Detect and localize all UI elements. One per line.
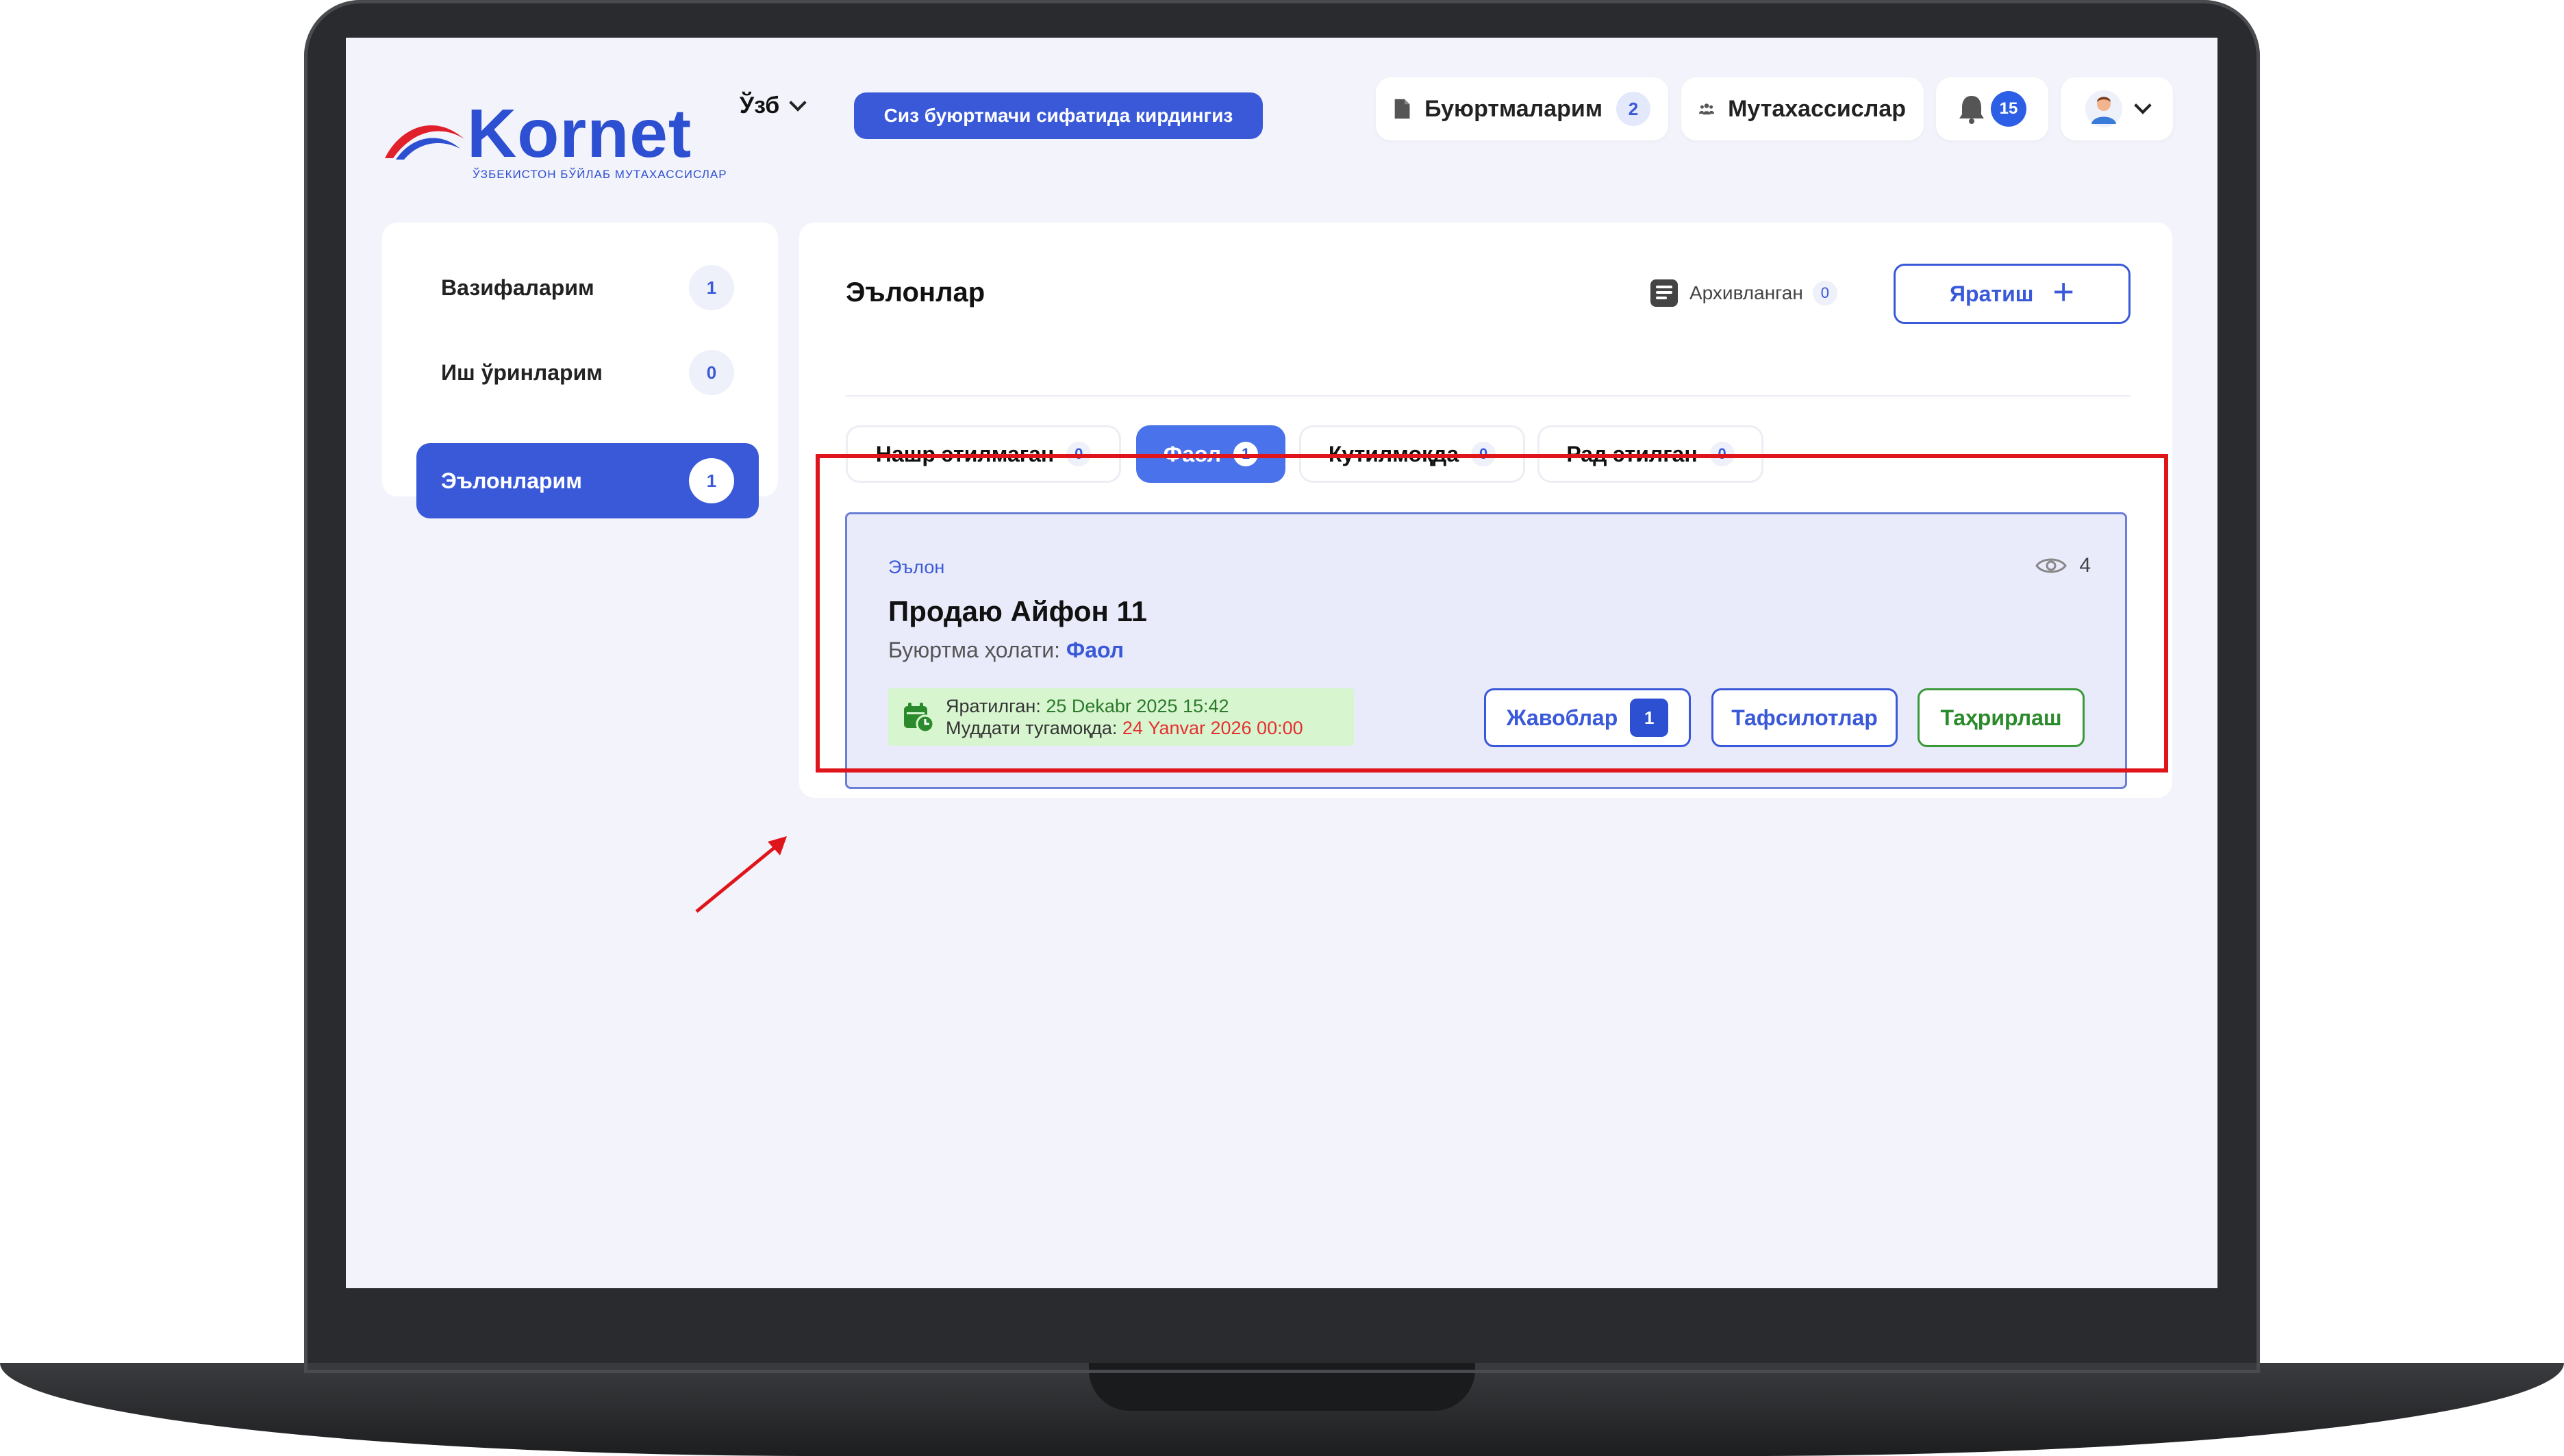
specialists-button[interactable]: Мутахассислар (1681, 77, 1924, 140)
highlight-box (816, 454, 2168, 773)
arrow-icon (695, 836, 787, 913)
sidebar-item-jobs[interactable]: Иш ўринларим 0 (416, 335, 759, 410)
top-header: Kornet ЎЗБЕКИСТОН БЎЙЛАБ МУТАХАССИСЛАР Ў… (346, 38, 2217, 188)
logo-swoosh-icon (385, 125, 464, 160)
divider (846, 395, 2131, 397)
sidebar-item-label: Эълонларим (441, 468, 582, 493)
notifications-count-badge: 15 (1991, 91, 2026, 127)
my-orders-label: Буюртмаларим (1424, 95, 1602, 122)
language-selector[interactable]: Ўзб (740, 92, 807, 119)
laptop-notch (1089, 1363, 1475, 1411)
user-menu-button[interactable] (2061, 77, 2173, 140)
chevron-down-icon (2134, 97, 2152, 114)
sidebar-item-count: 1 (689, 265, 734, 310)
page-title: Эълонлар (846, 277, 985, 307)
sidebar-item-label: Иш ўринларим (441, 360, 603, 385)
avatar-icon (2085, 90, 2122, 127)
sidebar-item-count: 1 (689, 458, 734, 503)
plus-icon: + (2052, 271, 2074, 312)
sidebar: Вазифаларим 1 Иш ўринларим 0 Эълонларим … (382, 223, 778, 518)
archived-label: Архивланган (1689, 282, 1803, 303)
sidebar-item-tasks[interactable]: Вазифаларим 1 (416, 250, 759, 325)
notifications-button[interactable]: 15 (1936, 77, 2048, 140)
create-label: Яратиш (1950, 281, 2034, 306)
archived-count-badge: 0 (1812, 281, 1837, 305)
people-icon (1699, 103, 1715, 115)
sidebar-item-label: Вазифаларим (441, 275, 594, 300)
archive-icon (1650, 279, 1678, 307)
orders-count-badge: 2 (1616, 92, 1650, 126)
sidebar-item-announcements[interactable]: Эълонларим 1 (416, 443, 759, 518)
my-orders-button[interactable]: Буюртмаларим 2 (1376, 77, 1668, 140)
sidebar-item-count: 0 (689, 350, 734, 395)
bell-icon (1959, 96, 1984, 124)
role-banner[interactable]: Сиз буюртмачи сифатида кирдингиз (854, 92, 1263, 139)
archived-link[interactable]: Архивланган 0 (1648, 277, 1837, 309)
chevron-down-icon (789, 93, 807, 112)
logo-text: Kornet (467, 95, 692, 172)
app-screen: Kornet ЎЗБЕКИСТОН БЎЙЛАБ МУТАХАССИСЛАР Ў… (346, 38, 2217, 1288)
create-button[interactable]: Яратиш + (1894, 264, 2131, 324)
specialists-label: Мутахассислар (1728, 95, 1906, 122)
kornet-logo[interactable]: Kornet ЎЗБЕКИСТОН БЎЙЛАБ МУТАХАССИСЛАР (384, 79, 727, 181)
logo-subtitle: ЎЗБЕКИСТОН БЎЙЛАБ МУТАХАССИСЛАР (473, 168, 727, 181)
language-label: Ўзб (740, 92, 780, 118)
document-icon (1394, 99, 1410, 119)
